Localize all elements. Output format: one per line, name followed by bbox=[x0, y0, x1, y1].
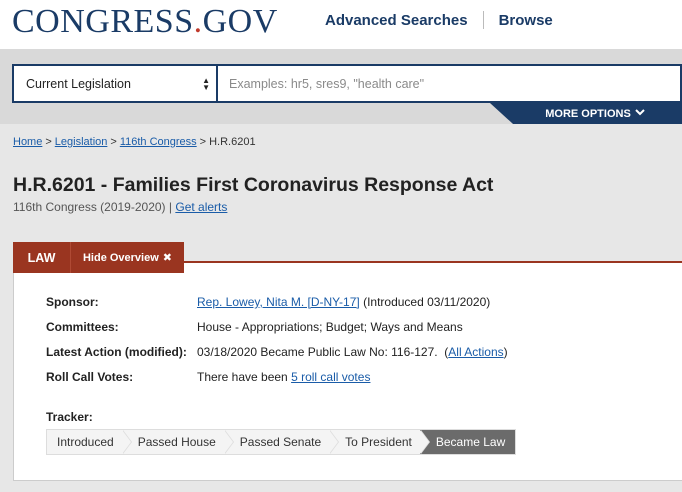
search-bar: Current Legislation ▲ ▼ bbox=[12, 64, 682, 103]
congress-session: 116th Congress (2019-2020) bbox=[13, 200, 166, 214]
nav-browse[interactable]: Browse bbox=[499, 12, 553, 29]
logo-main: CONGRESS bbox=[12, 3, 194, 40]
search-band: Current Legislation ▲▼ MORE OPTIONS bbox=[0, 49, 682, 124]
scope-select-value: Current Legislation bbox=[26, 76, 131, 91]
roll-call-value: There have been 5 roll call votes bbox=[197, 370, 371, 384]
status-tracker: Introduced Passed House Passed Senate To Pr… bbox=[46, 429, 517, 455]
hide-overview-label: Hide Overview bbox=[82, 251, 159, 264]
site-logo[interactable]: CONGRESS.GOV bbox=[12, 2, 278, 42]
sponsor-label: Sponsor: bbox=[46, 295, 99, 309]
chevron-down-icon bbox=[635, 108, 645, 119]
latest-action-label: Latest Action (modified): bbox=[46, 345, 187, 359]
scope-select[interactable]: Current Legislation ▲ ▼ bbox=[14, 66, 218, 101]
committees-label: Committees: bbox=[46, 320, 119, 334]
breadcrumb-current: H.R.6201 bbox=[209, 136, 256, 148]
overview-panel: Sponsor: Rep. Lowey, Nita M. [D-NY-17] (… bbox=[13, 261, 682, 481]
nav-divider bbox=[482, 11, 484, 29]
page-title: H.R.6201 - Families First Coronavirus Re… bbox=[13, 174, 494, 196]
logo-dot: . bbox=[193, 3, 203, 40]
search-input[interactable] bbox=[218, 66, 680, 101]
overview-tabs: LAW Hide Overview ✖ bbox=[13, 242, 184, 273]
top-nav: Advanced Searches Browse bbox=[325, 11, 553, 29]
logo-tld: GOV bbox=[202, 3, 278, 40]
close-icon: ✖ bbox=[162, 252, 173, 264]
site-header: CONGRESS.GOV Advanced Searches Browse bbox=[0, 0, 682, 49]
tracker-label: Tracker: bbox=[46, 410, 93, 424]
subtitle-divider: | bbox=[168, 200, 173, 214]
latest-action-value: 03/18/2020 Became Public Law No: 116-127… bbox=[197, 345, 508, 359]
sponsor-value: Rep. Lowey, Nita M. [D-NY-17] (Introduce… bbox=[197, 295, 490, 309]
sponsor-introduced: (Introduced 03/11/2020) bbox=[363, 295, 491, 309]
more-options-label: MORE OPTIONS bbox=[545, 107, 631, 120]
tracker-step: Passed House bbox=[121, 430, 234, 454]
more-options-button[interactable]: MORE OPTIONS bbox=[490, 103, 682, 124]
tracker-step: To President bbox=[329, 430, 430, 454]
tracker-step: Became Law bbox=[419, 430, 516, 454]
status-badge: LAW bbox=[13, 242, 70, 273]
all-actions-link[interactable]: All Actions bbox=[448, 345, 503, 359]
roll-call-label: Roll Call Votes: bbox=[46, 370, 134, 384]
select-arrows-icon: ▲ ▼ bbox=[202, 75, 210, 92]
get-alerts-link[interactable]: Get alerts bbox=[175, 200, 227, 214]
roll-call-votes-link[interactable]: 5 roll call votes bbox=[291, 370, 370, 384]
tracker-step: Passed Senate bbox=[223, 430, 340, 454]
committees-value: House - Appropriations; Budget; Ways and… bbox=[197, 320, 463, 334]
breadcrumb-legislation[interactable]: Legislation bbox=[55, 136, 108, 148]
breadcrumb-congress[interactable]: 116th Congress bbox=[120, 136, 197, 148]
tracker-step: Introduced bbox=[47, 430, 132, 454]
breadcrumb-home[interactable]: Home bbox=[13, 136, 42, 148]
breadcrumb: Home > Legislation >116th Congress > H.R.6201 bbox=[13, 136, 256, 148]
latest-action-text: 03/18/2020 Became Public Law No: 116-127… bbox=[197, 345, 438, 359]
bill-subtitle: 116th Congress (2019-2020) | Get alerts bbox=[13, 200, 227, 214]
sponsor-link[interactable]: Rep. Lowey, Nita M. [D-NY-17] bbox=[197, 295, 360, 309]
nav-advanced-searches[interactable]: Advanced Searches bbox=[325, 12, 468, 29]
hide-overview-button[interactable]: Hide Overview ✖ bbox=[70, 242, 184, 273]
